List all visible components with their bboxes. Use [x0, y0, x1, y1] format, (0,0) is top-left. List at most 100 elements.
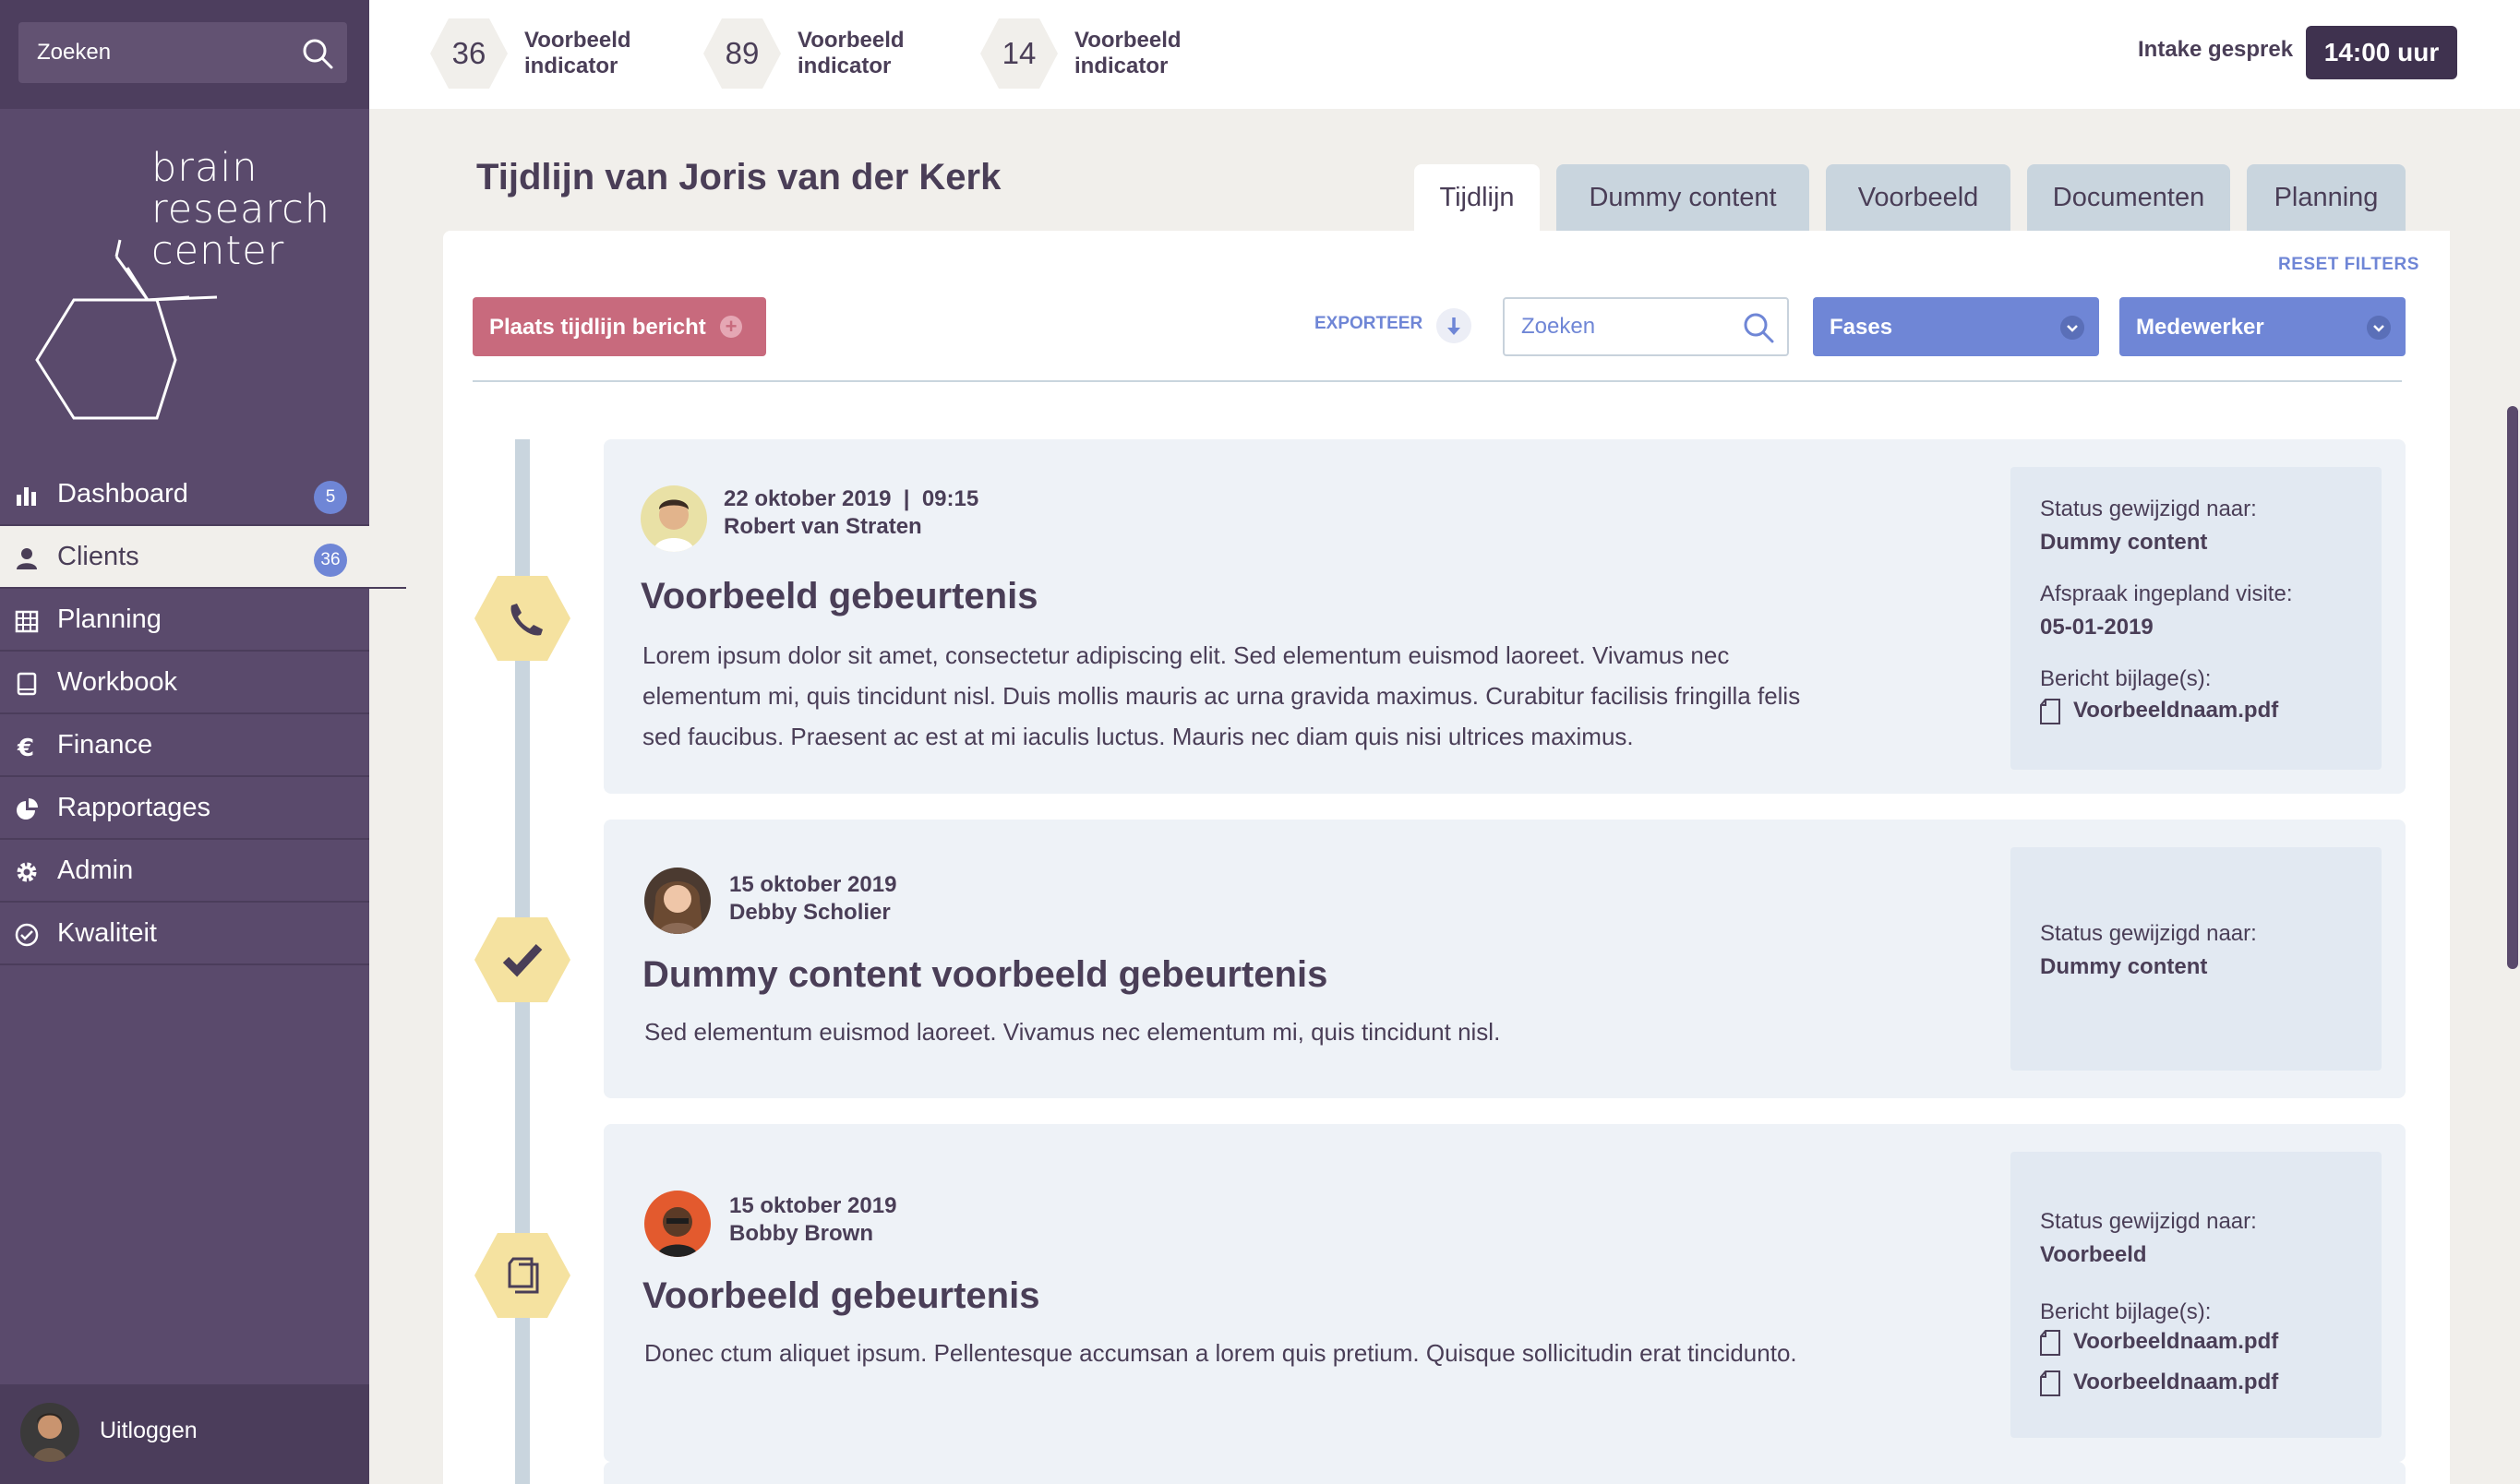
brand-logo: brain research center	[28, 138, 342, 425]
timeline-search-box[interactable]	[1503, 297, 1789, 356]
phone-icon	[474, 576, 570, 661]
page-title: Tijdlijn van Joris van der Kerk	[476, 157, 1002, 197]
indicator-value: 14	[1002, 36, 1037, 70]
sidebar-search-area	[0, 0, 369, 109]
event-date: 15 oktober 2019	[729, 872, 897, 897]
attachment-link[interactable]: Voorbeeldnaam.pdf	[2040, 1329, 2278, 1356]
attachment-link[interactable]: Voorbeeldnaam.pdf	[2040, 698, 2278, 724]
bar-chart-icon	[17, 487, 36, 506]
sidebar-item-label: Rapportages	[57, 792, 211, 822]
toolbar-divider	[473, 380, 2402, 382]
sidebar-item-clients[interactable]: Clients 36	[0, 526, 406, 589]
timeline-event: 15 oktober 2019 Bobby Brown Voorbeeld ge…	[604, 1124, 2406, 1462]
status-label: Status gewijzigd naar:	[2040, 921, 2257, 946]
sidebar-search-input[interactable]	[37, 22, 295, 83]
appointment-value: 05-01-2019	[2040, 615, 2154, 640]
sidebar-item-dashboard[interactable]: Dashboard 5	[0, 463, 369, 526]
count-badge: 36	[314, 544, 347, 577]
event-title: Voorbeeld gebeurtenis	[642, 1275, 1040, 1316]
count-badge: 5	[314, 481, 347, 514]
logo-line-2: research	[151, 186, 331, 233]
sidebar-item-label: Finance	[57, 729, 153, 760]
sidebar-item-admin[interactable]: Admin	[0, 840, 369, 903]
calendar-icon	[15, 610, 39, 633]
intake-label: Intake gesprek	[2138, 37, 2294, 62]
scrollbar-thumb[interactable]	[2507, 406, 2518, 969]
event-meta: 15 oktober 2019 Debby Scholier	[729, 871, 896, 927]
documents-icon	[474, 1233, 570, 1318]
gear-icon	[17, 862, 37, 882]
logout-link[interactable]: Uitloggen	[100, 1418, 198, 1444]
post-button-label: Plaats tijdlijn bericht	[489, 315, 706, 340]
check-circle-icon	[15, 923, 39, 947]
search-icon[interactable]	[301, 37, 334, 70]
event-meta: 22 oktober 2019 | 09:15 Robert van Strat…	[724, 485, 978, 541]
indicator-hexagon: 89	[702, 17, 783, 90]
event-title: Dummy content voorbeeld gebeurtenis	[642, 954, 1328, 995]
sidebar-item-rapportages[interactable]: Rapportages	[0, 777, 369, 840]
status-value: Voorbeeld	[2040, 1242, 2147, 1267]
event-author: Bobby Brown	[729, 1221, 873, 1246]
file-icon	[2040, 698, 2060, 724]
timeline-search-input[interactable]	[1521, 299, 1734, 354]
search-icon[interactable]	[1743, 312, 1774, 343]
event-author: Robert van Straten	[724, 514, 922, 539]
sidebar-item-planning[interactable]: Planning	[0, 589, 369, 652]
checkmark-icon	[474, 917, 570, 1002]
sidebar-item-finance[interactable]: € Finance	[0, 714, 369, 777]
phases-dropdown[interactable]: Fases	[1813, 297, 2099, 356]
dropdown-label: Medewerker	[2136, 315, 2264, 340]
event-date: 22 oktober 2019 | 09:15	[724, 486, 979, 511]
reset-filters-link[interactable]: RESET FILTERS	[2278, 255, 2419, 275]
dropdown-label: Fases	[1830, 315, 1893, 340]
attachments-label: Bericht bijlage(s):	[2040, 666, 2212, 691]
sidebar-item-label: Workbook	[57, 666, 178, 697]
event-body: Donec ctum aliquet ipsum. Pellentesque a…	[644, 1339, 1797, 1367]
appointment-time-button[interactable]: 14:00 uur	[2306, 26, 2457, 79]
sidebar-nav: Dashboard 5 Clients 36 Planning Workbook…	[0, 463, 406, 965]
logo-text: brain research center	[151, 148, 330, 272]
attachment-link[interactable]: Voorbeeldnaam.pdf	[2040, 1370, 2278, 1396]
pie-chart-icon	[17, 798, 38, 820]
event-title: Voorbeeld gebeurtenis	[641, 576, 1038, 616]
indicator-value: 89	[725, 36, 760, 70]
sidebar-item-kwaliteit[interactable]: Kwaliteit	[0, 903, 369, 965]
attachments-label: Bericht bijlage(s):	[2040, 1299, 2212, 1324]
export-link[interactable]: EXPORTEER	[1314, 314, 1422, 334]
attachment-name: Voorbeeldnaam.pdf	[2073, 1329, 2279, 1354]
employee-dropdown[interactable]: Medewerker	[2119, 297, 2406, 356]
file-icon	[2040, 1370, 2060, 1396]
indicator-label: Voorbeeld indicator	[524, 28, 631, 78]
file-icon	[2040, 1329, 2060, 1356]
author-avatar	[641, 485, 707, 552]
logo-line-3: center	[151, 228, 285, 274]
status-label: Status gewijzigd naar:	[2040, 1209, 2257, 1234]
timeline-event: 15 oktober 2019 Debby Scholier Dummy con…	[604, 820, 2406, 1098]
svg-text:€: €	[17, 735, 34, 759]
logo-line-1: brain	[151, 145, 258, 191]
tab-planning[interactable]: Planning	[2247, 164, 2406, 231]
event-date: 15 oktober 2019	[729, 1193, 897, 1218]
tab-dummy-content[interactable]: Dummy content	[1556, 164, 1809, 231]
tab-documenten[interactable]: Documenten	[2027, 164, 2230, 231]
tab-tijdlijn[interactable]: Tijdlijn	[1414, 164, 1540, 231]
attachment-name: Voorbeeldnaam.pdf	[2073, 698, 2279, 723]
indicator-label: Voorbeeld indicator	[798, 28, 905, 78]
download-arrow-icon[interactable]	[1436, 308, 1471, 343]
timeline-event-partial	[604, 1462, 2406, 1484]
indicator-hexagon: 36	[428, 17, 510, 90]
sidebar-item-label: Planning	[57, 604, 162, 634]
post-timeline-message-button[interactable]: Plaats tijdlijn bericht +	[473, 297, 766, 356]
sidebar-item-workbook[interactable]: Workbook	[0, 652, 369, 714]
sidebar-search-box[interactable]	[18, 22, 347, 83]
status-label: Status gewijzigd naar:	[2040, 497, 2257, 521]
author-avatar	[644, 1191, 711, 1257]
event-body: Lorem ipsum dolor sit amet, consectetur …	[642, 641, 1801, 750]
sidebar-item-label: Kwaliteit	[57, 917, 157, 948]
event-body: Sed elementum euismod laoreet. Vivamus n…	[644, 1018, 1501, 1046]
author-avatar	[644, 868, 711, 934]
appointment-label: Afspraak ingepland visite:	[2040, 581, 2293, 606]
tab-voorbeeld[interactable]: Voorbeeld	[1826, 164, 2010, 231]
user-avatar[interactable]	[20, 1403, 79, 1462]
event-author: Debby Scholier	[729, 900, 891, 925]
